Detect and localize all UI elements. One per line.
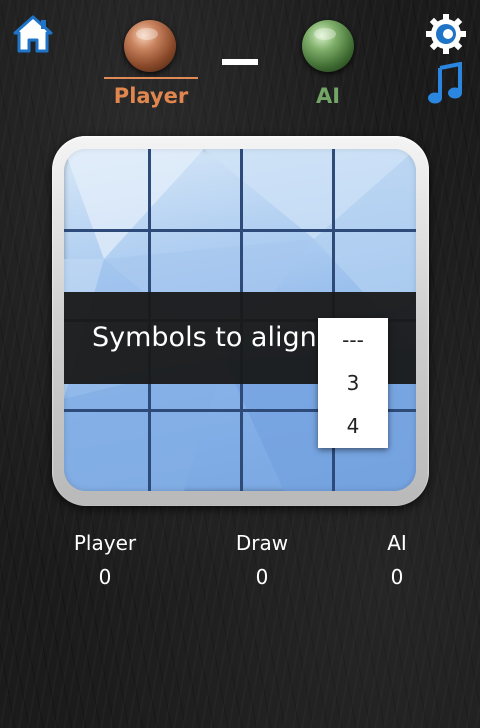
ai-score-label: AI [387, 531, 407, 555]
music-note-icon [428, 61, 462, 104]
home-button[interactable] [12, 14, 54, 54]
music-toggle-button[interactable] [428, 61, 464, 106]
player-score-value: 0 [98, 565, 112, 589]
home-icon [13, 15, 53, 53]
ai-orb-icon [302, 20, 354, 72]
settings-icon [426, 14, 466, 54]
dropdown-option-none[interactable]: --- [318, 318, 388, 362]
player-name-label: Player [113, 84, 189, 108]
settings-button[interactable] [424, 12, 468, 56]
ai-score-value: 0 [390, 565, 404, 589]
dropdown-option-3[interactable]: 3 [318, 361, 388, 405]
draw-score-label: Draw [235, 531, 289, 555]
active-turn-indicator [104, 77, 198, 79]
symbols-dropdown[interactable]: --- 3 4 [318, 318, 388, 448]
ai-name-label: AI [315, 84, 341, 108]
draw-score-value: 0 [255, 565, 269, 589]
player-orb-icon [124, 20, 176, 72]
player-score-label: Player [73, 531, 137, 555]
grid-line [64, 229, 416, 232]
versus-dash [222, 59, 258, 65]
dropdown-option-4[interactable]: 4 [318, 404, 388, 448]
dialog-title: Symbols to align [92, 322, 317, 353]
